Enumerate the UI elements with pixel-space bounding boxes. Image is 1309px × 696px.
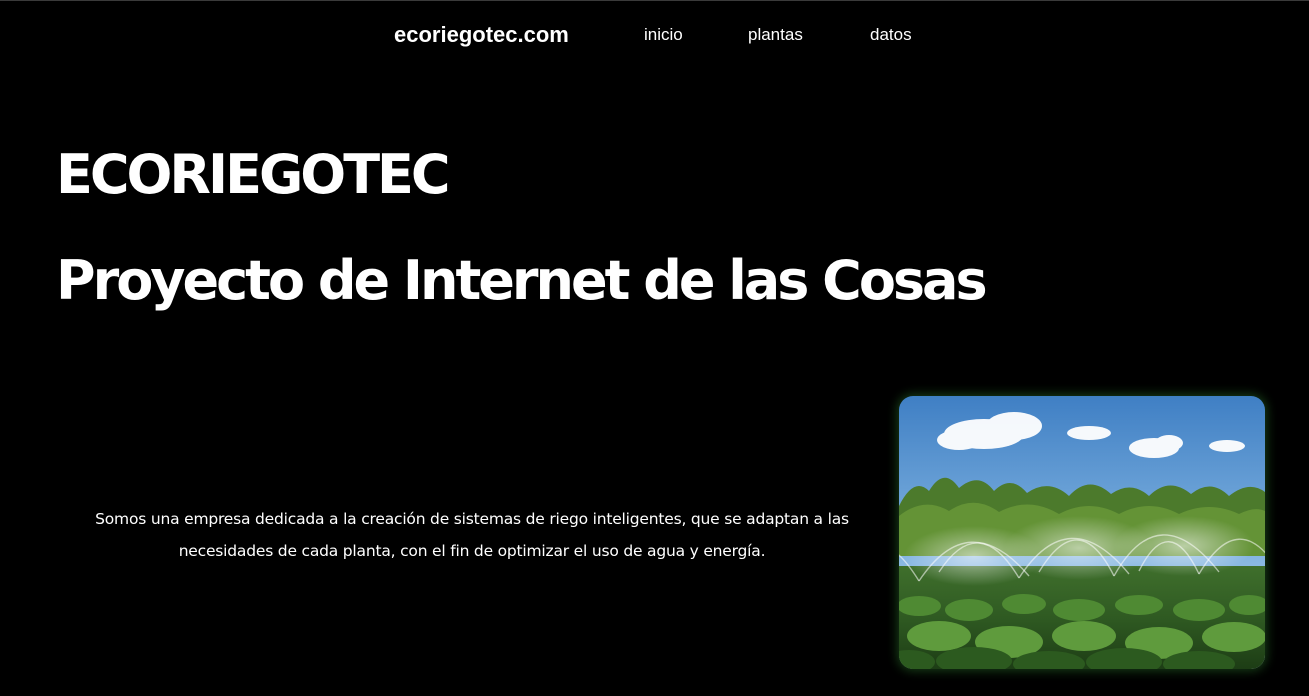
hero-subtitle: Proyecto de Internet de las Cosas	[56, 249, 988, 312]
brand-link[interactable]: ecoriegotec.com	[394, 21, 569, 49]
nav-link-inicio[interactable]: inicio	[644, 25, 683, 45]
nav-link-datos[interactable]: datos	[870, 25, 912, 45]
nav-link-plantas[interactable]: plantas	[748, 25, 803, 45]
hero-title: ECORIEGOTEC	[56, 143, 451, 206]
navbar: ecoriegotec.com inicio plantas datos	[0, 1, 1309, 67]
about-description: Somos una empresa dedicada a la creación…	[95, 510, 849, 560]
irrigation-field-image	[899, 396, 1265, 669]
